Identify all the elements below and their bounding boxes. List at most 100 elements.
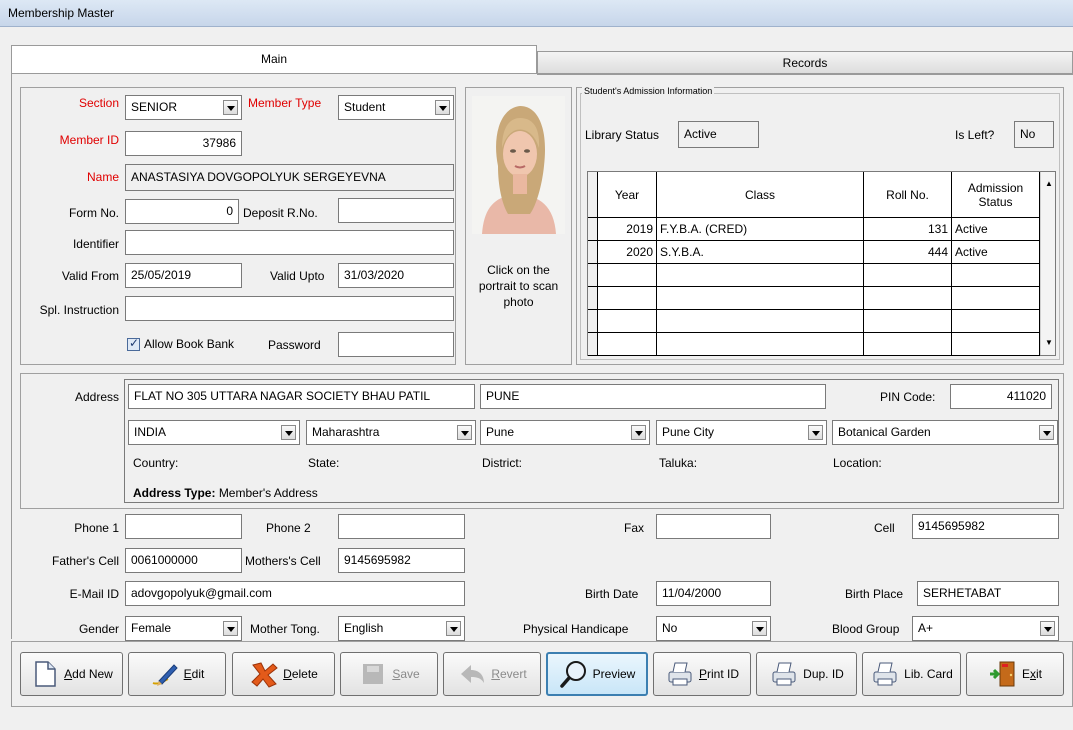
save-disk-icon <box>363 664 384 684</box>
grid-cell-status[interactable]: Active <box>952 241 1040 264</box>
grid-cell-status[interactable] <box>952 310 1040 333</box>
dropdown-arrow-icon[interactable] <box>808 425 823 440</box>
taluka-label: Taluka: <box>659 456 698 470</box>
fax-field[interactable] <box>656 514 771 539</box>
grid-row-header[interactable] <box>588 241 598 264</box>
handicap-select[interactable]: No <box>656 616 771 641</box>
grid-cell-year[interactable] <box>598 310 657 333</box>
grid-cell-roll[interactable] <box>864 287 952 310</box>
dropdown-arrow-icon[interactable] <box>223 621 238 636</box>
admission-group-title: Student's Admission Information <box>582 86 715 96</box>
grid-cell-year[interactable]: 2019 <box>598 218 657 241</box>
password-field[interactable] <box>338 332 454 357</box>
dropdown-arrow-icon[interactable] <box>446 621 461 636</box>
grid-cell-class[interactable] <box>657 287 864 310</box>
revert-button[interactable]: Revert <box>443 652 541 696</box>
grid-cell-roll[interactable]: 131 <box>864 218 952 241</box>
grid-row-header[interactable] <box>588 287 598 310</box>
gender-select[interactable]: Female <box>125 616 242 641</box>
grid-row-header[interactable] <box>588 310 598 333</box>
grid-cell-status[interactable] <box>952 287 1040 310</box>
grid-cell-class[interactable] <box>657 264 864 287</box>
dropdown-arrow-icon[interactable] <box>281 425 296 440</box>
checkbox-checked-icon[interactable] <box>127 336 140 351</box>
address-city-field[interactable]: PUNE <box>480 384 826 409</box>
location-select[interactable]: Botanical Garden <box>832 420 1058 445</box>
grid-cell-class[interactable]: S.Y.B.A. <box>657 241 864 264</box>
section-select[interactable]: SENIOR <box>125 95 242 120</box>
grid-row-header[interactable] <box>588 218 598 241</box>
scroll-up-icon[interactable]: ▲ <box>1045 179 1053 188</box>
dropdown-arrow-icon[interactable] <box>457 425 472 440</box>
grid-cell-status[interactable]: Active <box>952 218 1040 241</box>
deposit-field[interactable] <box>338 198 454 223</box>
email-field[interactable]: adovgopolyuk@gmail.com <box>125 581 465 606</box>
phone1-field[interactable] <box>125 514 242 539</box>
grid-cell-status[interactable] <box>952 333 1040 356</box>
birth-date-field[interactable]: 11/04/2000 <box>656 581 771 606</box>
grid-cell-year[interactable] <box>598 287 657 310</box>
admission-grid[interactable]: Year Class Roll No. Admission Status 201… <box>587 171 1056 356</box>
member-id-field[interactable]: 37986 <box>125 131 242 156</box>
grid-cell-class[interactable] <box>657 333 864 356</box>
member-type-select[interactable]: Student <box>338 95 454 120</box>
spl-instruction-field[interactable] <box>125 296 454 321</box>
grid-row-header[interactable] <box>588 264 598 287</box>
grid-header-year[interactable]: Year <box>598 172 657 218</box>
delete-button[interactable]: Delete <box>232 652 335 696</box>
grid-cell-year[interactable] <box>598 264 657 287</box>
grid-cell-year[interactable]: 2020 <box>598 241 657 264</box>
grid-cell-class[interactable]: F.Y.B.A. (CRED) <box>657 218 864 241</box>
name-field[interactable]: ANASTASIYA DOVGOPOLYUK SERGEYEVNA <box>125 164 454 191</box>
grid-cell-year[interactable] <box>598 333 657 356</box>
grid-cell-roll[interactable] <box>864 310 952 333</box>
address-line1-field[interactable]: FLAT NO 305 UTTARA NAGAR SOCIETY BHAU PA… <box>128 384 475 409</box>
exit-button[interactable]: Exit <box>966 652 1064 696</box>
mother-cell-field[interactable]: 9145695982 <box>338 548 465 573</box>
grid-header-roll-no[interactable]: Roll No. <box>864 172 952 218</box>
dropdown-arrow-icon[interactable] <box>223 100 238 115</box>
grid-row-header[interactable] <box>588 333 598 356</box>
tab-records[interactable]: Records <box>537 51 1073 75</box>
member-portrait[interactable] <box>472 96 565 234</box>
grid-scrollbar[interactable]: ▲ ▼ <box>1040 172 1055 355</box>
valid-from-field[interactable]: 25/05/2019 <box>125 263 242 288</box>
father-cell-field[interactable]: 0061000000 <box>125 548 242 573</box>
save-button[interactable]: Save <box>340 652 438 696</box>
grid-cell-roll[interactable] <box>864 264 952 287</box>
lib-card-button[interactable]: Lib. Card <box>862 652 961 696</box>
grid-header-class[interactable]: Class <box>657 172 864 218</box>
district-value: Pune <box>486 425 515 439</box>
form-no-field[interactable]: 0 <box>125 199 239 224</box>
dropdown-arrow-icon[interactable] <box>1039 425 1054 440</box>
blood-group-select[interactable]: A+ <box>912 616 1059 641</box>
tab-main[interactable]: Main <box>11 45 537 73</box>
grid-cell-status[interactable] <box>952 264 1040 287</box>
preview-button[interactable]: Preview <box>546 652 648 696</box>
dropdown-arrow-icon[interactable] <box>631 425 646 440</box>
dropdown-arrow-icon[interactable] <box>752 621 767 636</box>
grid-cell-class[interactable] <box>657 310 864 333</box>
grid-cell-roll[interactable] <box>864 333 952 356</box>
country-select[interactable]: INDIA <box>128 420 300 445</box>
district-select[interactable]: Pune <box>480 420 650 445</box>
dup-id-button[interactable]: Dup. ID <box>756 652 857 696</box>
grid-cell-roll[interactable]: 444 <box>864 241 952 264</box>
mother-tongue-select[interactable]: English <box>338 616 465 641</box>
edit-button[interactable]: Edit <box>128 652 226 696</box>
cell-field[interactable]: 9145695982 <box>912 514 1059 539</box>
state-select[interactable]: Maharashtra <box>306 420 476 445</box>
pin-code-field[interactable]: 411020 <box>950 384 1052 409</box>
valid-upto-field[interactable]: 31/03/2020 <box>338 263 454 288</box>
identifier-field[interactable] <box>125 230 454 255</box>
phone2-field[interactable] <box>338 514 465 539</box>
scroll-down-icon[interactable]: ▼ <box>1045 338 1053 347</box>
allow-book-bank-checkbox[interactable]: Allow Book Bank <box>127 336 234 351</box>
grid-header-admission-status[interactable]: Admission Status <box>952 172 1040 218</box>
dropdown-arrow-icon[interactable] <box>435 100 450 115</box>
print-id-button[interactable]: Print ID <box>653 652 751 696</box>
taluka-select[interactable]: Pune City <box>656 420 827 445</box>
birth-place-field[interactable]: SERHETABAT <box>917 581 1059 606</box>
dropdown-arrow-icon[interactable] <box>1040 621 1055 636</box>
add-new-button[interactable]: Add New <box>20 652 123 696</box>
